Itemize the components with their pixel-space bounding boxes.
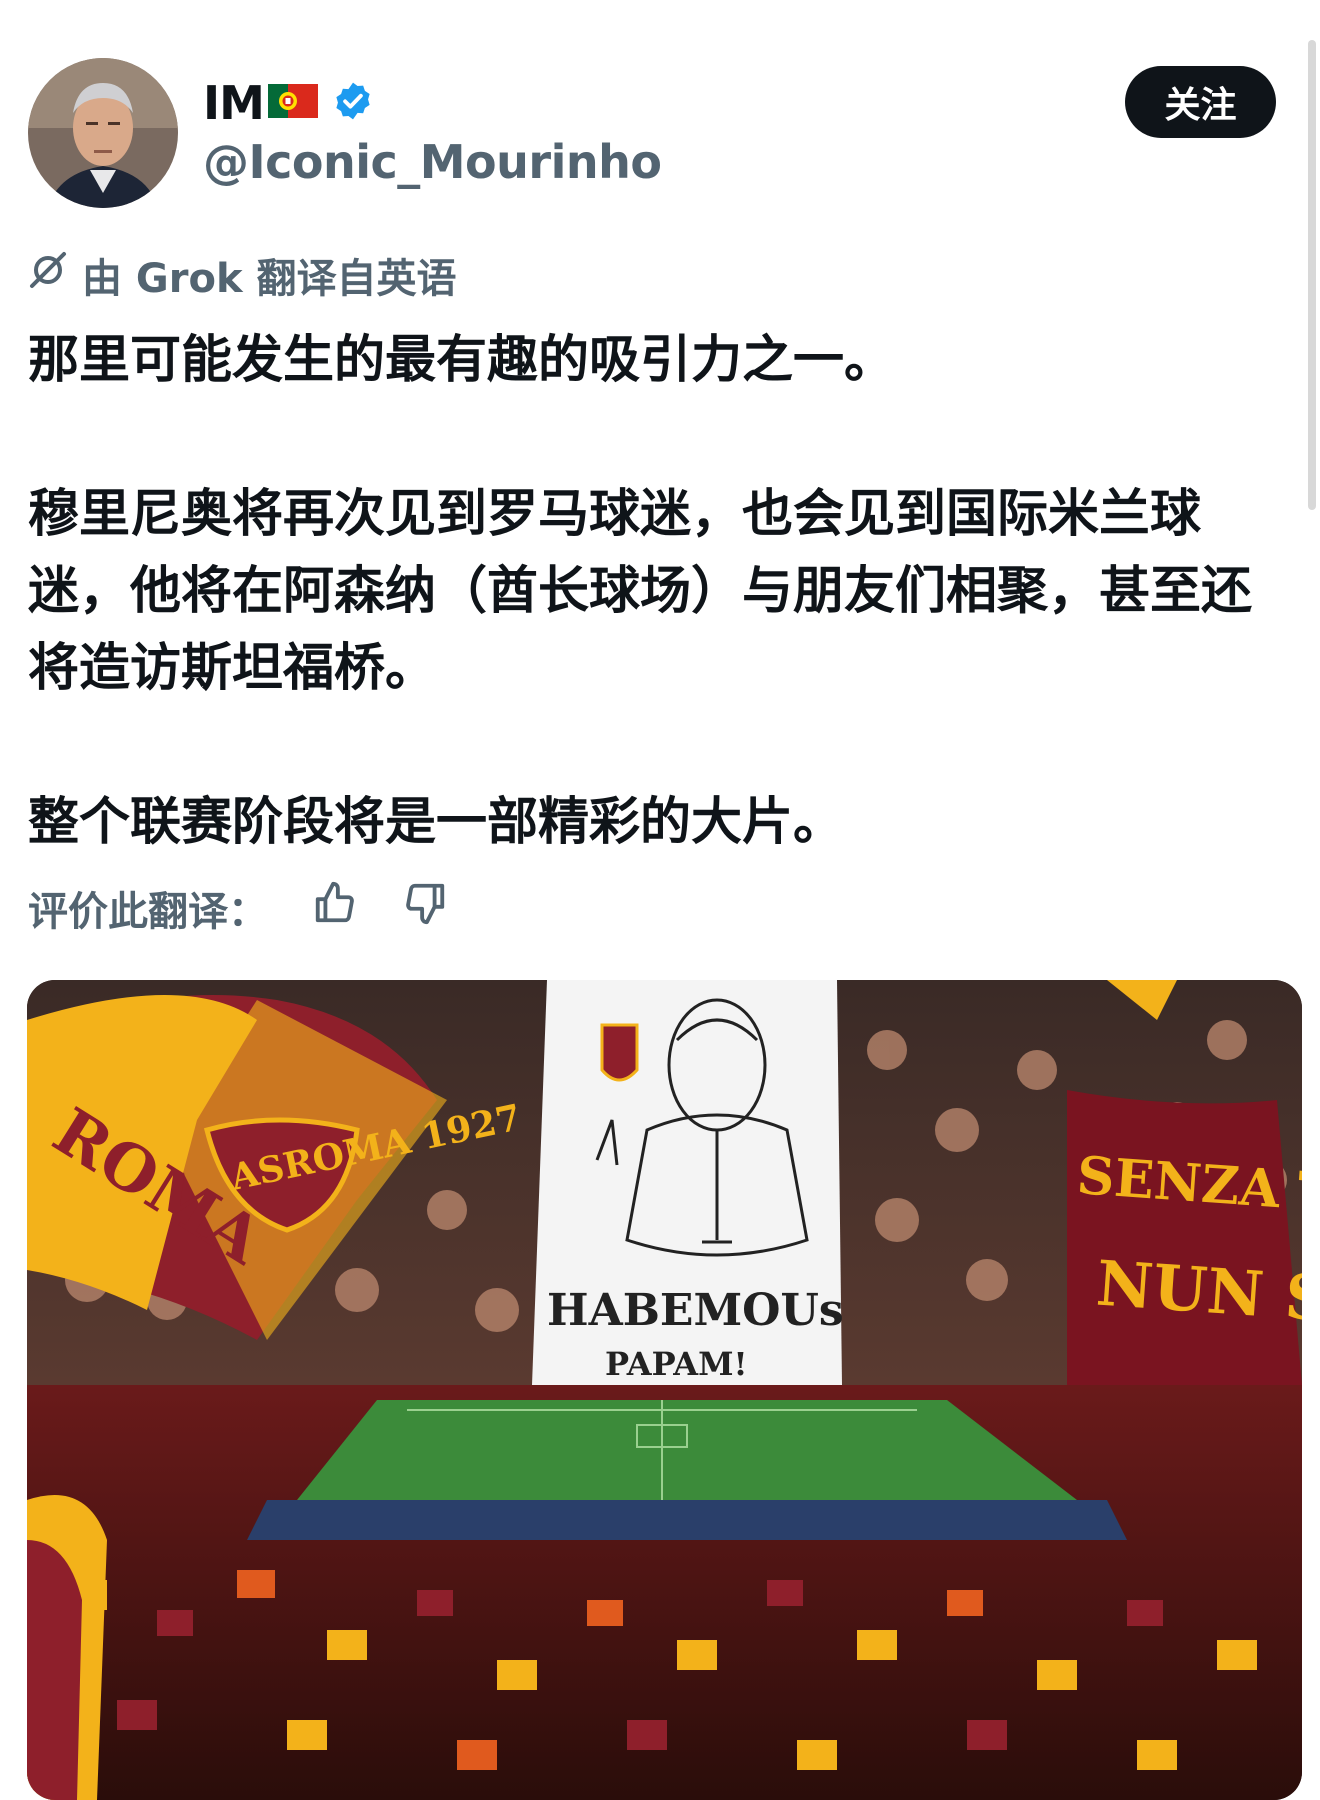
tweet-paragraph: 那里可能发生的最有趣的吸引力之一。 — [28, 331, 896, 390]
grok-icon — [28, 250, 68, 300]
scrollbar[interactable] — [1308, 40, 1316, 510]
translation-label: 由 Grok 翻译自英语 — [82, 256, 457, 302]
avatar[interactable] — [28, 58, 178, 208]
tweet-text: 那里可能发生的最有趣的吸引力之一。 穆里尼奥将再次见到罗马球迷，也会见到国际米兰… — [28, 322, 1288, 861]
rate-translation-label: 评价此翻译： — [28, 889, 268, 935]
tweet-media-image[interactable]: ASROMA 1927 ROMA HABEMOUs PAPAM! SENZA T… — [27, 980, 1302, 1800]
tweet-paragraph: 整个联赛阶段将是一部精彩的大片。 — [28, 793, 845, 852]
thumbs-down-icon[interactable] — [402, 880, 448, 936]
rate-translation-row: 评价此翻译： — [28, 880, 448, 936]
author-handle[interactable]: @Iconic_Mourinho — [203, 135, 662, 189]
banner-left-line1: HABEMOUs — [547, 1285, 844, 1336]
translation-notice: 由 Grok 翻译自英语 — [28, 249, 457, 302]
banner-left-line2: PAPAM! — [605, 1345, 748, 1383]
tweet-paragraph: 穆里尼奥将再次见到罗马球迷，也会见到国际米兰球迷，他将在阿森纳（酋长球场）与朋友… — [28, 485, 1253, 698]
author-name-row[interactable]: IM — [203, 73, 374, 133]
thumbs-up-icon[interactable] — [312, 880, 358, 936]
verified-badge-icon — [332, 80, 374, 126]
portugal-flag-icon — [267, 84, 318, 122]
follow-button[interactable]: 关注 — [1125, 66, 1276, 138]
display-name[interactable]: IM — [203, 76, 265, 130]
